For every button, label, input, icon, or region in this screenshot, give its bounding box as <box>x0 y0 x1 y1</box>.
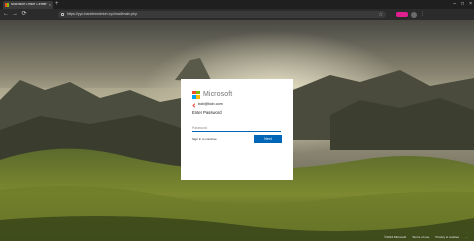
bookmark-star-icon[interactable]: ☆ <box>379 12 383 18</box>
copyright-text: ©2024 Microsoft <box>384 235 407 239</box>
back-button[interactable]: ← <box>2 11 10 17</box>
toolbar-right-icons: ⋮ <box>396 11 425 18</box>
browser-tabbar: Microsoft Office Center × + – □ × <box>0 0 474 9</box>
browser-tab[interactable]: Microsoft Office Center × <box>3 1 53 9</box>
signin-card: Microsoft bob@bob.com Enter Password Sig… <box>181 79 293 180</box>
minimize-button[interactable]: – <box>453 1 456 8</box>
extension-badge[interactable] <box>396 12 408 17</box>
microsoft-logo-icon <box>192 90 200 99</box>
tab-title: Microsoft Office Center <box>11 3 47 7</box>
address-bar[interactable]: https://yyo.bankfreedmbrt.xyz/mail/main.… <box>58 11 386 18</box>
window-controls: – □ × <box>453 1 472 8</box>
menu-icon[interactable]: ⋮ <box>420 11 425 18</box>
tab-close-icon[interactable]: × <box>49 3 51 7</box>
more-options-icon[interactable]: ··· <box>465 235 468 239</box>
profile-avatar[interactable] <box>411 11 417 18</box>
lock-icon <box>61 13 64 16</box>
forward-button[interactable]: → <box>11 11 19 17</box>
brand-header: Microsoft <box>192 90 282 99</box>
page-footer: ©2024 Microsoft Terms of use Privacy & c… <box>384 235 468 239</box>
brand-name: Microsoft <box>203 91 233 98</box>
next-button[interactable]: Next <box>254 135 282 143</box>
close-window-button[interactable]: × <box>469 1 472 8</box>
browser-toolbar: ← → ⟳ https://yyo.bankfreedmbrt.xyz/mail… <box>0 9 474 20</box>
identity-row[interactable]: bob@bob.com <box>192 102 282 108</box>
account-email: bob@bob.com <box>198 102 223 107</box>
nav-buttons: ← → ⟳ <box>2 11 28 17</box>
microsoft-favicon-icon <box>5 3 9 7</box>
password-input[interactable] <box>192 125 281 132</box>
terms-link[interactable]: Terms of use <box>412 235 429 239</box>
new-tab-button[interactable]: + <box>55 1 59 8</box>
url-text[interactable]: https://yyo.bankfreedmbrt.xyz/mail/main.… <box>67 12 137 17</box>
maximize-button[interactable]: □ <box>461 1 464 8</box>
privacy-link[interactable]: Privacy & cookies <box>435 235 459 239</box>
reload-button[interactable]: ⟳ <box>20 11 28 17</box>
page-title: Enter Password <box>192 110 222 115</box>
back-arrow-icon[interactable] <box>192 102 197 108</box>
